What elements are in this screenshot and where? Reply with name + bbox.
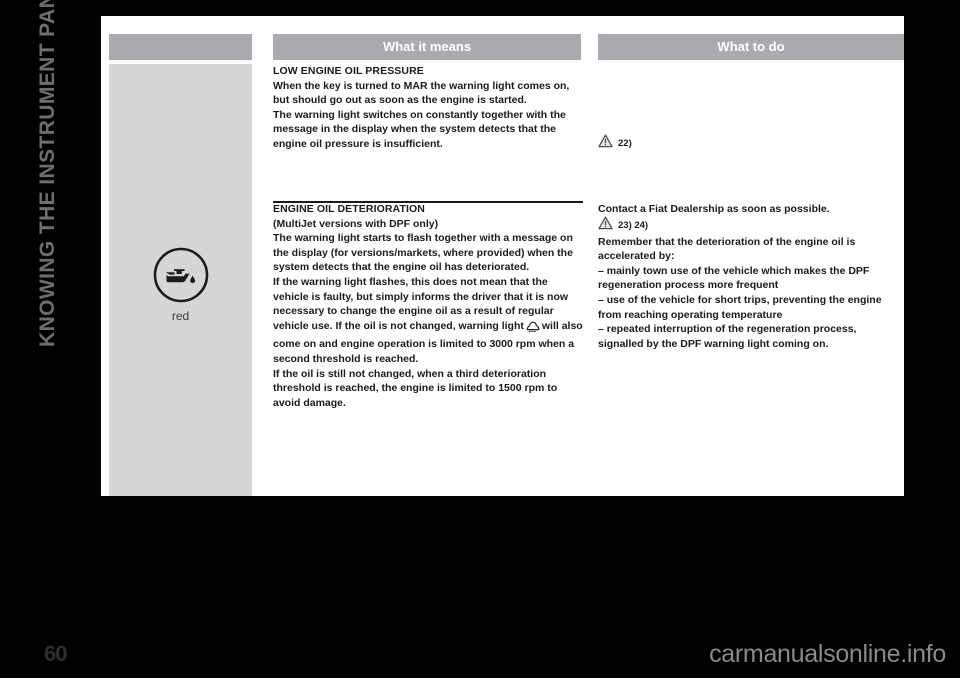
row-2-what-to-do: Contact a Fiat Dealership as soon as pos… — [598, 202, 904, 351]
row-2-subheading: (MultiJet versions with DPF only) — [273, 217, 439, 230]
warning-triangle-icon — [598, 216, 613, 235]
content-sheet: What it means What to do red LOW ENGINE … — [101, 16, 904, 496]
table-header-blank — [109, 34, 252, 60]
row-1-what-it-means: LOW ENGINE OIL PRESSURE When the key is … — [273, 64, 583, 152]
row-1-caution-note: 22) — [598, 134, 632, 153]
row-2-paragraph-2-group: If the warning light flashes, this does … — [273, 275, 583, 367]
dpf-warning-light-inline-icon — [526, 321, 540, 338]
warning-triangle-icon — [598, 134, 613, 153]
row-2-caution-note: 23) 24) — [598, 216, 904, 235]
table-header-what-it-means: What it means — [273, 34, 581, 60]
row-2-heading: ENGINE OIL DETERIORATION — [273, 203, 425, 215]
table-header-row: What it means What to do — [101, 34, 904, 60]
row-2-paragraph-2: If the warning light flashes, this does … — [273, 275, 569, 332]
tell-tale-colour-label: red — [171, 309, 190, 323]
row-2-bullet-3: – repeated interruption of the regenerat… — [598, 323, 857, 350]
row-2-bullet-1: – mainly town use of the vehicle which m… — [598, 264, 870, 292]
chapter-title: KNOWING THE INSTRUMENT PANEL — [36, 0, 59, 347]
row-2-reference-numbers: 23) 24) — [618, 220, 649, 232]
page-number: 60 — [44, 641, 68, 666]
site-watermark: carmanualsonline.info — [709, 640, 946, 668]
table-header-what-to-do: What to do — [598, 34, 904, 60]
row-2-action-intro: Contact a Fiat Dealership as soon as pos… — [598, 203, 830, 215]
row-1-reference-numbers: 22) — [618, 138, 632, 149]
tell-tale-icon-group: red — [109, 246, 252, 323]
manual-page: KNOWING THE INSTRUMENT PANEL 60 carmanua… — [0, 0, 960, 678]
row-1-paragraph-1: When the key is turned to MAR the warnin… — [273, 79, 570, 107]
oil-can-icon — [153, 247, 208, 303]
tell-tale-icon-column: red — [109, 64, 252, 496]
row-2-bullet-2: – use of the vehicle for short trips, pr… — [598, 293, 882, 321]
row-2-remember-text: Remember that the deterioration of the e… — [598, 235, 856, 263]
row-2-paragraph-4: If the oil is still not changed, when a … — [273, 367, 558, 409]
row-1-paragraph-2: The warning light switches on constantly… — [273, 108, 566, 150]
row-2-what-it-means: ENGINE OIL DETERIORATION (MultiJet versi… — [273, 202, 583, 410]
row-2-paragraph-1: The warning light starts to flash togeth… — [273, 232, 573, 274]
row-1-heading: LOW ENGINE OIL PRESSURE — [273, 65, 424, 77]
